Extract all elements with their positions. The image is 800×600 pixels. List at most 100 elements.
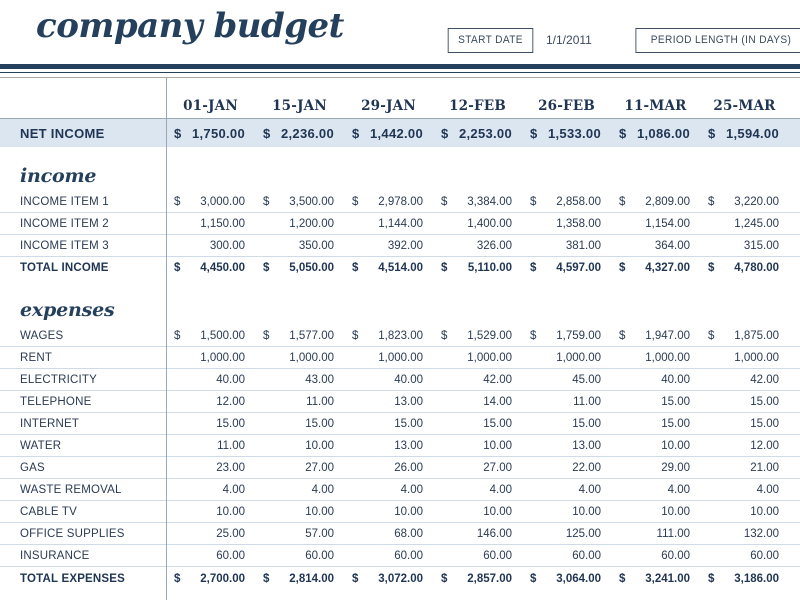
cell[interactable]: 40.00 xyxy=(166,369,255,390)
cell[interactable]: 22.00 xyxy=(522,457,611,478)
cell[interactable]: 10.00 xyxy=(344,501,433,522)
cell[interactable]: $1,823.00 xyxy=(344,325,433,346)
cell[interactable]: 15.00 xyxy=(166,413,255,434)
cell[interactable]: $2,857.00 xyxy=(433,567,522,591)
cell[interactable]: 60.00 xyxy=(166,545,255,566)
cell[interactable]: 14.00 xyxy=(433,391,522,412)
cell[interactable]: 10.00 xyxy=(166,501,255,522)
cell[interactable]: 10.00 xyxy=(611,501,700,522)
cell[interactable]: 132.00 xyxy=(700,523,789,544)
cell[interactable]: $4,780.00 xyxy=(700,257,789,279)
cell[interactable]: 15.00 xyxy=(522,413,611,434)
cell[interactable]: 13.00 xyxy=(344,391,433,412)
cell[interactable]: 10.00 xyxy=(255,501,344,522)
cell[interactable]: 60.00 xyxy=(433,545,522,566)
cell[interactable]: 4.00 xyxy=(522,479,611,500)
cell[interactable]: 15.00 xyxy=(611,413,700,434)
cell[interactable]: $4,450.00 xyxy=(166,257,255,279)
cell[interactable]: 10.00 xyxy=(611,435,700,456)
cell[interactable]: $1,442.00 xyxy=(344,119,433,147)
cell[interactable]: 25.00 xyxy=(166,523,255,544)
cell[interactable]: 4.00 xyxy=(700,479,789,500)
cell[interactable]: 13.00 xyxy=(522,435,611,456)
cell[interactable]: 60.00 xyxy=(522,545,611,566)
cell[interactable]: 1,000.00 xyxy=(433,347,522,368)
cell[interactable]: $2,858.00 xyxy=(522,191,611,212)
start-date-label-button[interactable]: START DATE xyxy=(447,28,534,53)
cell[interactable]: 300.00 xyxy=(166,235,255,256)
cell[interactable]: $3,064.00 xyxy=(522,567,611,591)
cell[interactable]: $3,220.00 xyxy=(700,191,789,212)
cell[interactable]: 26.00 xyxy=(344,457,433,478)
cell[interactable]: 4.00 xyxy=(166,479,255,500)
cell[interactable]: 1,000.00 xyxy=(611,347,700,368)
cell[interactable]: 381.00 xyxy=(522,235,611,256)
cell[interactable]: 60.00 xyxy=(611,545,700,566)
cell[interactable]: $4,327.00 xyxy=(611,257,700,279)
cell[interactable]: $3,384.00 xyxy=(433,191,522,212)
cell[interactable]: 15.00 xyxy=(433,413,522,434)
cell[interactable]: 43.00 xyxy=(255,369,344,390)
cell[interactable]: 1,200.00 xyxy=(255,213,344,234)
cell[interactable]: $1,759.00 xyxy=(522,325,611,346)
cell[interactable]: $3,072.00 xyxy=(344,567,433,591)
cell[interactable]: 45.00 xyxy=(522,369,611,390)
cell[interactable]: 10.00 xyxy=(433,435,522,456)
column-header-5[interactable]: 26-FEB xyxy=(522,93,611,118)
cell[interactable]: 4.00 xyxy=(433,479,522,500)
cell[interactable]: 15.00 xyxy=(344,413,433,434)
cell[interactable]: 1,000.00 xyxy=(255,347,344,368)
column-header-7[interactable]: 25-MAR xyxy=(700,93,789,118)
cell[interactable]: 40.00 xyxy=(611,369,700,390)
cell[interactable]: 15.00 xyxy=(255,413,344,434)
cell[interactable]: 1,000.00 xyxy=(166,347,255,368)
cell[interactable]: 146.00 xyxy=(433,523,522,544)
cell[interactable]: 1,400.00 xyxy=(433,213,522,234)
column-header-4[interactable]: 12-FEB xyxy=(433,93,522,118)
cell[interactable]: $2,700.00 xyxy=(166,567,255,591)
cell[interactable]: 27.00 xyxy=(255,457,344,478)
cell[interactable]: $2,978.00 xyxy=(344,191,433,212)
cell[interactable]: $1,594.00 xyxy=(700,119,789,147)
cell[interactable]: 1,245.00 xyxy=(700,213,789,234)
cell[interactable]: 326.00 xyxy=(433,235,522,256)
cell[interactable]: 11.00 xyxy=(255,391,344,412)
cell[interactable]: 13.00 xyxy=(344,435,433,456)
cell[interactable]: 27.00 xyxy=(433,457,522,478)
cell[interactable]: $1,529.00 xyxy=(433,325,522,346)
cell[interactable]: 57.00 xyxy=(255,523,344,544)
cell[interactable]: 68.00 xyxy=(344,523,433,544)
cell[interactable]: 29.00 xyxy=(611,457,700,478)
column-header-1[interactable]: 01-JAN xyxy=(166,93,255,118)
cell[interactable]: $3,186.00 xyxy=(700,567,789,591)
cell[interactable]: 60.00 xyxy=(255,545,344,566)
cell[interactable]: 4.00 xyxy=(255,479,344,500)
cell[interactable]: 60.00 xyxy=(700,545,789,566)
cell[interactable]: $1,750.00 xyxy=(166,119,255,147)
cell[interactable]: $1,947.00 xyxy=(611,325,700,346)
cell[interactable]: 10.00 xyxy=(433,501,522,522)
column-header-3[interactable]: 29-JAN xyxy=(344,93,433,118)
cell[interactable]: $5,050.00 xyxy=(255,257,344,279)
cell[interactable]: 315.00 xyxy=(700,235,789,256)
cell[interactable]: $1,533.00 xyxy=(522,119,611,147)
column-header-6[interactable]: 11-MAR xyxy=(611,93,700,118)
cell[interactable]: $4,514.00 xyxy=(344,257,433,279)
start-date-value[interactable]: 1/1/2011 xyxy=(546,28,592,53)
cell[interactable]: 1,358.00 xyxy=(522,213,611,234)
cell[interactable]: $1,086.00 xyxy=(611,119,700,147)
cell[interactable]: 4.00 xyxy=(344,479,433,500)
cell[interactable]: 111.00 xyxy=(611,523,700,544)
cell[interactable]: 10.00 xyxy=(700,501,789,522)
cell[interactable]: $5,110.00 xyxy=(433,257,522,279)
cell[interactable]: $4,597.00 xyxy=(522,257,611,279)
cell[interactable]: 392.00 xyxy=(344,235,433,256)
cell[interactable]: $2,809.00 xyxy=(611,191,700,212)
cell[interactable]: 1,000.00 xyxy=(700,347,789,368)
cell[interactable]: $3,500.00 xyxy=(255,191,344,212)
cell[interactable]: 60.00 xyxy=(344,545,433,566)
cell[interactable]: 1,000.00 xyxy=(344,347,433,368)
cell[interactable]: 125.00 xyxy=(522,523,611,544)
cell[interactable]: 42.00 xyxy=(700,369,789,390)
cell[interactable]: 21.00 xyxy=(700,457,789,478)
